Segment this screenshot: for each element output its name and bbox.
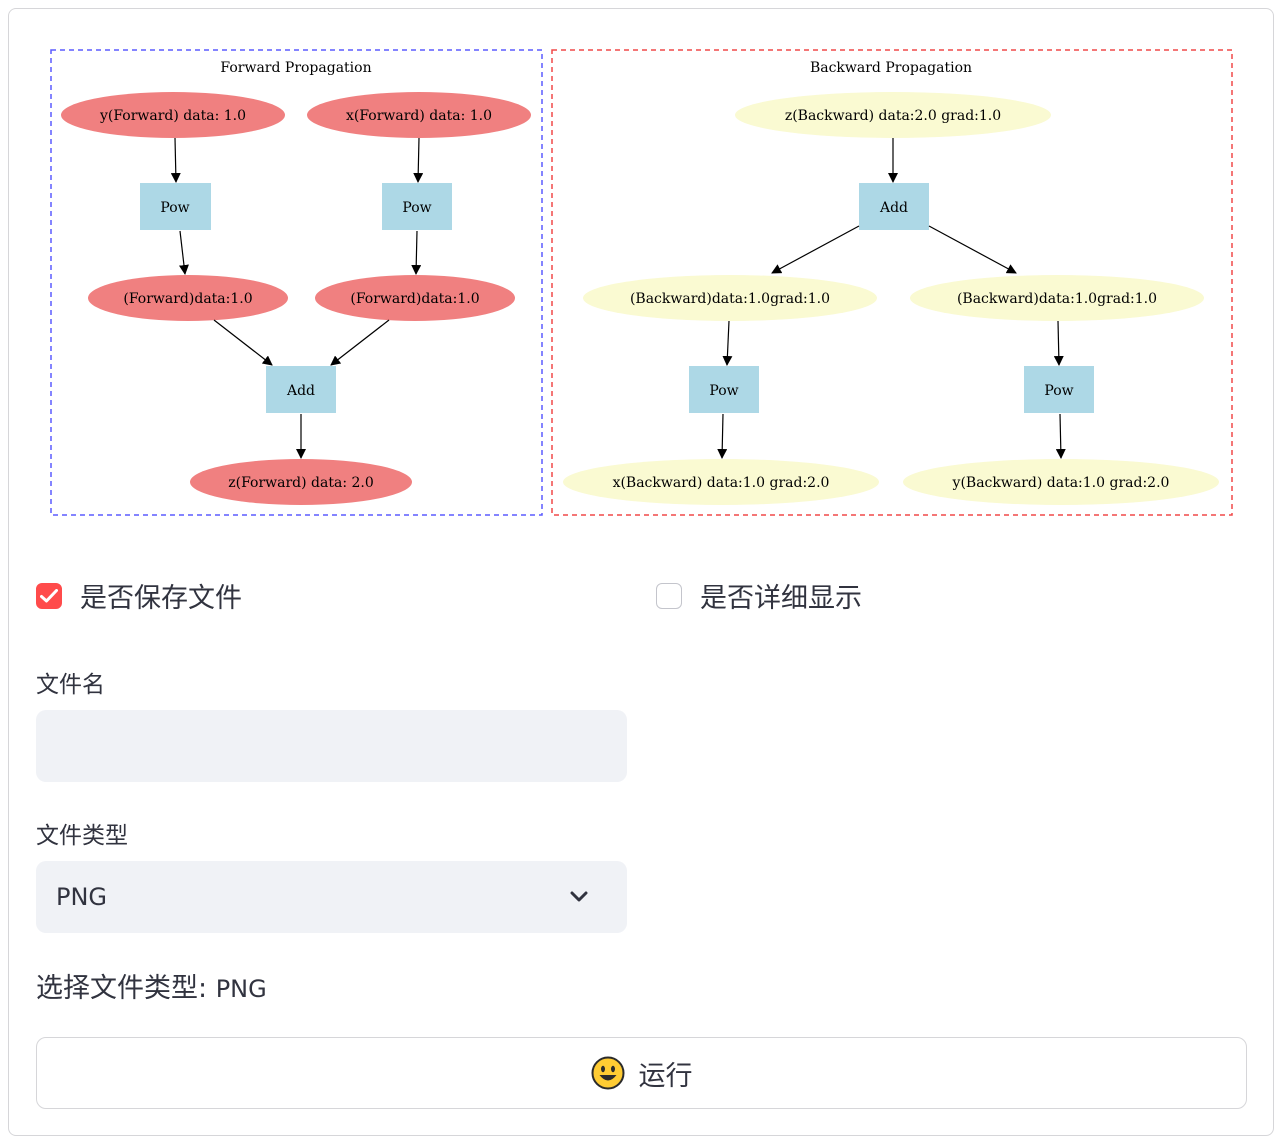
run-button-label: 运行 <box>638 1060 693 1092</box>
node-z-forward-label: z(Forward) data: 2.0 <box>228 475 374 491</box>
filetype-label: 文件类型 <box>36 823 128 849</box>
graph-svg: Forward Propagation y(Forward) data: 1.0… <box>50 49 1233 516</box>
chevron-down-icon[interactable] <box>569 891 589 903</box>
node-mid-right-backward-label: (Backward)data:1.0grad:1.0 <box>957 291 1157 307</box>
node-mid-left-forward-label: (Forward)data:1.0 <box>123 291 252 307</box>
node-z-backward-label: z(Backward) data:2.0 grad:1.0 <box>785 108 1001 124</box>
selected-filetype-prefix: 选择文件类型: <box>36 973 216 1004</box>
selected-filetype-value: PNG <box>215 975 267 1003</box>
filetype-select[interactable]: PNG <box>36 861 627 933</box>
node-add-forward-label: Add <box>286 383 315 399</box>
edge-pow-right-to-y <box>1055 413 1066 459</box>
node-pow-left-forward-label: Pow <box>160 200 189 216</box>
checkmark-icon <box>40 588 58 602</box>
node-x-backward-label: x(Backward) data:1.0 grad:2.0 <box>613 475 830 491</box>
checkbox-unchecked-icon[interactable] <box>656 582 682 609</box>
edge-y-to-pow <box>170 137 181 183</box>
edge-mid-left-to-pow <box>722 320 733 366</box>
edge-x-to-pow <box>413 137 424 183</box>
edge-mid-right-to-add <box>330 319 390 366</box>
edge-pow-left-to-x <box>717 413 728 459</box>
node-add-backward-label: Add <box>879 200 908 216</box>
edge-add-to-mid-right <box>928 225 1017 274</box>
filename-label: 文件名 <box>36 672 105 698</box>
run-button[interactable]: 运行 <box>36 1037 1247 1109</box>
verbose-label: 是否详细显示 <box>700 583 862 614</box>
node-mid-right-forward-label: (Forward)data:1.0 <box>350 291 479 307</box>
backward-title: Backward Propagation <box>810 60 972 76</box>
smiley-emoji-icon <box>591 1056 624 1090</box>
node-mid-left-backward-label: (Backward)data:1.0grad:1.0 <box>630 291 830 307</box>
computation-graph: Forward Propagation y(Forward) data: 1.0… <box>46 44 1238 520</box>
edge-mid-right-to-pow <box>1053 320 1064 366</box>
node-x-forward-label: x(Forward) data: 1.0 <box>346 108 492 124</box>
filename-input[interactable] <box>36 710 627 782</box>
save-file-label: 是否保存文件 <box>80 583 242 614</box>
node-pow-right-backward-label: Pow <box>1044 383 1073 399</box>
edge-pow-left-to-mid <box>178 230 189 275</box>
edge-add-to-mid-left <box>771 225 860 274</box>
backward-cluster: Backward Propagation z(Backward) data:2.… <box>551 49 1233 516</box>
node-pow-left-backward-label: Pow <box>709 383 738 399</box>
edge-mid-left-to-add <box>213 319 273 366</box>
node-pow-right-forward-label: Pow <box>402 200 431 216</box>
filetype-selected-value: PNG <box>56 883 108 911</box>
checkbox-checked-icon[interactable] <box>36 582 62 609</box>
save-file-checkbox[interactable]: 是否保存文件 <box>36 576 242 615</box>
edge-pow-right-to-mid <box>411 230 422 275</box>
verbose-checkbox[interactable]: 是否详细显示 <box>656 576 862 615</box>
forward-title: Forward Propagation <box>220 60 371 76</box>
node-y-forward-label: y(Forward) data: 1.0 <box>99 108 246 124</box>
node-y-backward-label: y(Backward) data:1.0 grad:2.0 <box>952 475 1170 491</box>
forward-cluster: Forward Propagation y(Forward) data: 1.0… <box>50 49 543 516</box>
selected-filetype-text: 选择文件类型: PNG <box>36 966 267 1005</box>
